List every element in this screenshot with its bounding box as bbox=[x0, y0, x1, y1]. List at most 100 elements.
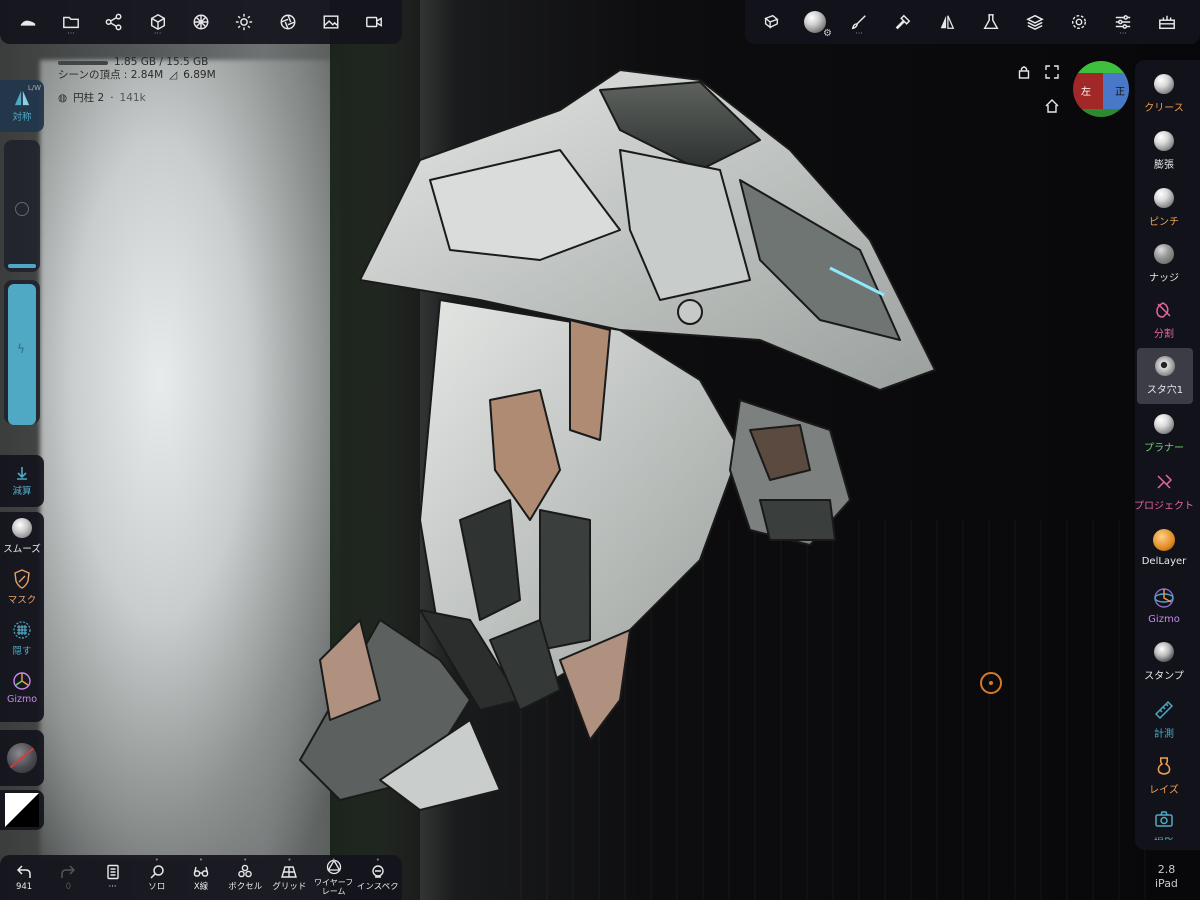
subtract-button[interactable]: 減算 bbox=[0, 455, 44, 507]
transform-pivot[interactable] bbox=[980, 672, 1002, 694]
layers-icon[interactable] bbox=[1013, 0, 1057, 44]
3d-viewport[interactable] bbox=[0, 0, 1200, 900]
tool-stamp-hole-active[interactable]: スタ穴1 bbox=[1137, 348, 1193, 404]
version-info: 2.8 iPad bbox=[1155, 863, 1178, 891]
grid-icon bbox=[281, 865, 298, 878]
mesh-sphere-icon: ◍ bbox=[58, 91, 68, 104]
tool-label: ピンチ bbox=[1149, 217, 1179, 228]
smooth-tool[interactable]: スムーズ bbox=[3, 518, 41, 569]
stamp-hole-ball-icon bbox=[1155, 356, 1175, 376]
hammer-icon[interactable] bbox=[881, 0, 925, 44]
tool-nudge[interactable]: ナッジ bbox=[1135, 236, 1193, 292]
separator-dot: · bbox=[110, 91, 114, 104]
inspector-button[interactable]: • インスペクタ bbox=[356, 855, 400, 900]
solo-label: ソロ bbox=[148, 881, 166, 892]
tool-capture[interactable]: 撮影 bbox=[1135, 804, 1193, 848]
undo-button[interactable]: 941 bbox=[2, 855, 46, 900]
tool-crease[interactable]: クリース bbox=[1135, 66, 1193, 122]
tool-raise[interactable]: レイズ bbox=[1135, 748, 1193, 804]
ruler-icon bbox=[1154, 700, 1174, 720]
symmetry-triangle-icon[interactable] bbox=[925, 0, 969, 44]
bottom-toolbar: 941 0 ··· • ソロ • X線 • ボクセル • グリッド • ワイヤー… bbox=[0, 855, 402, 900]
tool-inflate[interactable]: 膨張 bbox=[1135, 123, 1193, 179]
radius-handle[interactable] bbox=[8, 264, 36, 268]
magnifier-icon bbox=[150, 864, 164, 879]
lock-icon[interactable] bbox=[1014, 62, 1034, 82]
voxel-icon bbox=[238, 864, 253, 877]
hide-tool[interactable]: 隠す bbox=[12, 620, 32, 671]
lightning-icon: ϟ bbox=[17, 342, 25, 356]
hide-label: 隠す bbox=[12, 646, 32, 657]
stamp-ball-icon bbox=[1154, 642, 1174, 662]
camera-aperture-icon[interactable] bbox=[266, 0, 309, 44]
smooth-ball-icon bbox=[12, 518, 32, 538]
tool-label: スタンプ bbox=[1144, 671, 1184, 682]
sculpted-mech-head-model[interactable] bbox=[0, 0, 1200, 900]
undo-icon bbox=[17, 864, 31, 878]
tool-del-layer[interactable]: DelLayer bbox=[1135, 520, 1193, 576]
wireframe-button[interactable]: • ワイヤーフレーム bbox=[312, 855, 356, 900]
redo-count: 0 bbox=[65, 881, 72, 892]
tool-label: レイズ bbox=[1149, 785, 1179, 796]
right-tool-panel: クリース 膨張 ピンチ ナッジ 分割 スタ穴1 プラナー プロジェクト DelL… bbox=[1134, 60, 1200, 850]
left-tool-group: スムーズ マスク 隠す Gizmo bbox=[0, 512, 44, 722]
fullscreen-icon[interactable] bbox=[1042, 62, 1062, 82]
tool-measure[interactable]: 計測 bbox=[1135, 692, 1193, 748]
tool-stamp[interactable]: スタンプ bbox=[1135, 634, 1193, 690]
document-button[interactable]: ··· bbox=[90, 855, 134, 900]
tool-label: Gizmo bbox=[1148, 614, 1180, 625]
xray-button[interactable]: • X線 bbox=[179, 855, 223, 900]
memory-usage: 1.85 GB / 15.5 GB bbox=[114, 56, 209, 68]
nudge-ball-icon bbox=[1154, 244, 1174, 264]
mask-tool[interactable]: マスク bbox=[7, 569, 37, 620]
view-orientation-cube[interactable]: 左 正 bbox=[1073, 61, 1129, 117]
inspector-icon bbox=[372, 864, 384, 878]
mask-label: マスク bbox=[7, 595, 37, 606]
home-icon[interactable] bbox=[1042, 96, 1062, 116]
symmetry-sub-label: L/W bbox=[27, 84, 41, 92]
voxel-button[interactable]: • ボクセル bbox=[223, 855, 267, 900]
symmetry-button[interactable]: L/W 対称 bbox=[0, 80, 44, 132]
paint-brush-icon[interactable]: ··· bbox=[837, 0, 881, 44]
solo-button[interactable]: • ソロ bbox=[135, 855, 179, 900]
selected-material-icon[interactable]: ⚙ bbox=[793, 0, 837, 44]
tool-split[interactable]: 分割 bbox=[1135, 292, 1193, 348]
indicator-dot: • bbox=[154, 856, 159, 864]
nomad-logo-icon[interactable] bbox=[6, 0, 49, 44]
cube-front-label: 正 bbox=[1115, 87, 1125, 98]
xray-glasses-icon bbox=[193, 866, 209, 877]
settings-gear-icon[interactable] bbox=[1057, 0, 1101, 44]
tool-pinch[interactable]: ピンチ bbox=[1135, 180, 1193, 236]
multi-mesh-icon[interactable] bbox=[749, 0, 793, 44]
toolbox-icon[interactable] bbox=[1145, 0, 1189, 44]
document-icon bbox=[106, 864, 119, 879]
sliders-icon[interactable]: ··· bbox=[1101, 0, 1145, 44]
document-more-label: ··· bbox=[108, 881, 117, 892]
video-camera-icon[interactable] bbox=[353, 0, 396, 44]
hide-grid-icon bbox=[13, 621, 31, 639]
material-sphere-icon[interactable] bbox=[179, 0, 222, 44]
light-sun-icon[interactable] bbox=[223, 0, 266, 44]
camera-icon bbox=[1155, 811, 1173, 827]
mask-shield-icon bbox=[14, 569, 30, 589]
radius-slider[interactable] bbox=[4, 140, 40, 272]
redo-icon bbox=[61, 864, 76, 878]
xray-label: X線 bbox=[193, 881, 209, 892]
gizmo-tool-left[interactable]: Gizmo bbox=[7, 671, 37, 722]
folder-icon[interactable]: ··· bbox=[49, 0, 92, 44]
flask-icon[interactable] bbox=[969, 0, 1013, 44]
tool-gizmo[interactable]: Gizmo bbox=[1135, 578, 1193, 634]
material-preview-button[interactable] bbox=[0, 730, 44, 786]
stroke-falloff-button[interactable] bbox=[0, 790, 44, 830]
inflate-ball-icon bbox=[1154, 131, 1174, 151]
tool-project[interactable]: プロジェクト bbox=[1134, 464, 1194, 520]
scene-graph-icon[interactable] bbox=[93, 0, 136, 44]
primitive-shape-icon[interactable]: ··· bbox=[136, 0, 179, 44]
redo-button[interactable]: 0 bbox=[46, 855, 90, 900]
intensity-slider[interactable]: ϟ bbox=[4, 280, 40, 426]
selected-mesh-info[interactable]: ◍ 円柱 2 · 141k bbox=[58, 90, 146, 105]
grid-button[interactable]: • グリッド bbox=[267, 855, 311, 900]
indicator-dot: • bbox=[243, 856, 248, 864]
image-icon[interactable] bbox=[309, 0, 352, 44]
tool-planar[interactable]: プラナー bbox=[1135, 406, 1193, 462]
